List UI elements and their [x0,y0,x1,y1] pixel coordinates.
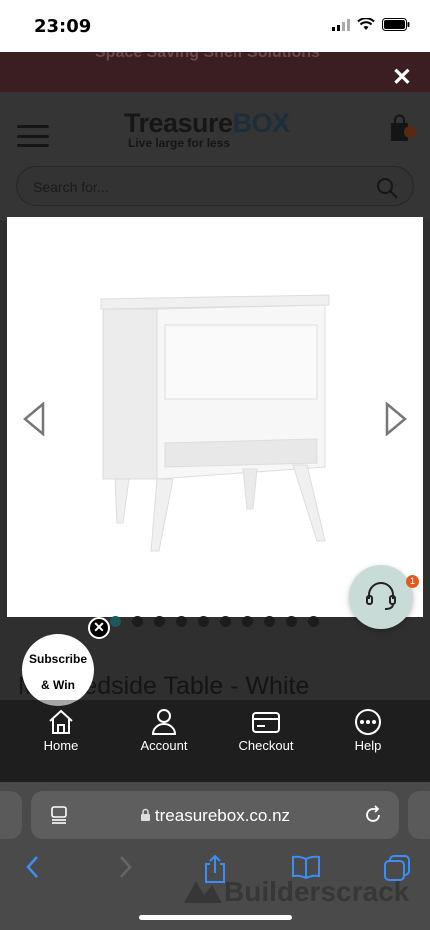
address-bar[interactable]: treasurebox.co.nz [31,791,399,839]
nav-account-label: Account [140,738,188,753]
search-icon[interactable] [375,176,399,200]
carousel-dot[interactable] [308,616,319,627]
status-time: 23:09 [34,16,92,37]
cellular-signal-icon [332,18,350,31]
status-icons [332,18,410,31]
carousel-dot[interactable] [132,616,143,627]
search-input[interactable]: Search for... [16,166,414,206]
url-label: treasurebox.co.nz [154,806,291,825]
carousel-dot[interactable] [110,616,121,627]
support-chat-button[interactable] [349,565,413,629]
carousel-dot[interactable] [264,616,275,627]
watermark-text: Builderscrack [224,876,410,907]
bedside-table-image [100,294,330,552]
logo-box-text: BOX [232,108,291,138]
lock-icon [140,808,150,821]
more-icon [355,709,381,735]
logo-text: Treasure [124,108,233,138]
status-bar: 23:09 [0,0,430,52]
subscribe-win-button[interactable]: Subscribe & Win [22,634,94,706]
prev-image-arrow-icon[interactable] [21,402,47,436]
back-arrow-icon[interactable] [24,854,40,880]
promo-banner: Space Saving Shelf Solutions [0,52,430,92]
nav-home-label: Home [43,738,79,753]
promo-text: Space Saving Shelf Solutions [95,52,320,61]
carousel-dot[interactable] [286,616,297,627]
watermark-logo-icon [184,881,222,903]
nav-help-label: Help [354,738,382,753]
next-image-arrow-icon[interactable] [383,402,409,436]
search-placeholder: Search for... [33,179,109,195]
site-logo[interactable]: TreasureBOX Live large for less [124,108,304,156]
home-indicator [139,915,292,920]
wifi-icon [357,18,375,30]
card-icon [252,712,280,733]
support-badge: 1 [406,575,419,588]
nav-help[interactable]: Help [323,708,413,753]
cart-button[interactable] [386,114,416,144]
headset-icon [366,582,396,610]
next-tab-edge[interactable] [408,791,430,839]
close-banner-button[interactable]: ✕ [392,66,412,90]
subscribe-close-icon[interactable]: ✕ [88,617,110,639]
home-icon [49,709,73,734]
carousel-dot[interactable] [154,616,165,627]
carousel-dot[interactable] [176,616,187,627]
reload-icon[interactable] [363,805,383,825]
url-text: treasurebox.co.nz [31,806,399,826]
user-icon [151,709,177,735]
carousel-dot[interactable] [198,616,209,627]
nav-home[interactable]: Home [16,708,106,753]
menu-icon[interactable] [17,125,49,147]
forward-arrow-icon[interactable] [118,854,134,880]
nav-checkout-label: Checkout [238,738,294,753]
product-image[interactable] [7,217,423,617]
previous-tab-edge[interactable] [0,791,22,839]
shopping-bag-icon [391,114,416,141]
carousel-dots [110,616,319,627]
carousel-dot[interactable] [220,616,231,627]
carousel-dot[interactable] [242,616,253,627]
battery-icon [382,18,410,31]
builderscrack-watermark: Builderscrack [182,876,409,908]
nav-checkout[interactable]: Checkout [221,708,311,753]
subscribe-label: Subscribe [28,652,88,666]
win-label: & Win [41,678,75,692]
nav-account[interactable]: Account [119,708,209,753]
